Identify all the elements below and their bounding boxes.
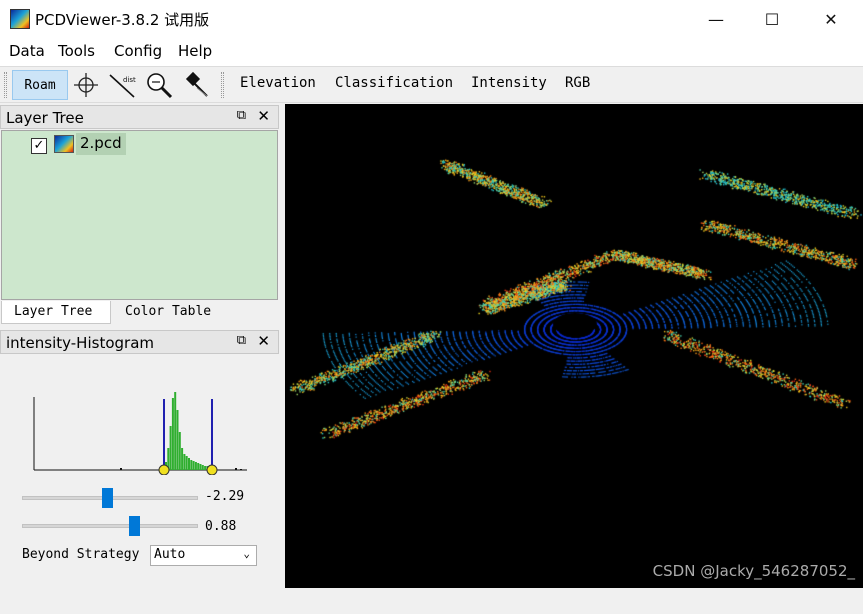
maximize-button[interactable]: ☐ — [749, 0, 795, 38]
elevation-button[interactable]: Elevation — [240, 75, 316, 91]
tab-layer-tree[interactable]: Layer Tree — [1, 301, 111, 324]
app-icon — [10, 9, 30, 29]
histogram-bar — [240, 469, 242, 470]
histogram-title: intensity-Histogram — [6, 334, 154, 352]
pointcloud-icon — [54, 135, 74, 153]
histogram-bar — [183, 454, 186, 470]
histogram-bar — [190, 460, 193, 470]
histogram-bar — [199, 464, 202, 470]
histogram-plot[interactable] — [25, 389, 255, 475]
histogram-bar — [181, 448, 184, 470]
window-title: PCDViewer-3.8.2 试用版 — [35, 11, 210, 29]
histogram-low-handle[interactable] — [158, 464, 170, 475]
histogram-bar — [192, 461, 195, 470]
histogram-bar — [201, 465, 204, 470]
menu-help[interactable]: Help — [178, 42, 212, 60]
rgb-button[interactable]: RGB — [565, 75, 590, 91]
beyond-strategy-label: Beyond Strategy — [22, 547, 140, 562]
intensity-button[interactable]: Intensity — [471, 75, 547, 91]
toolbar: Roam dist Elevation Classification Inten… — [0, 66, 863, 103]
beyond-strategy-value: Auto — [154, 547, 186, 562]
pointcloud-viewport[interactable]: CSDN @Jacky_546287052_ — [285, 104, 863, 588]
beyond-strategy-select[interactable]: Auto ⌄ — [150, 545, 257, 566]
histogram-bar — [171, 398, 174, 470]
minimize-button[interactable]: — — [693, 0, 739, 38]
histogram-bars — [120, 392, 242, 470]
min-slider-value: -2.29 — [205, 489, 245, 504]
classification-button[interactable]: Classification — [335, 75, 453, 91]
menu-tools[interactable]: Tools — [58, 42, 95, 60]
histogram-bar — [120, 468, 122, 470]
histogram-bar — [235, 468, 237, 470]
histogram-bar — [176, 410, 179, 470]
histogram-bar — [169, 426, 172, 470]
min-slider-thumb[interactable] — [102, 488, 114, 508]
layer-tree-title: Layer Tree — [6, 109, 84, 127]
histogram-bar — [204, 466, 207, 470]
toolbar-grip-2[interactable] — [221, 72, 224, 98]
max-slider-track[interactable] — [22, 516, 198, 536]
max-slider-thumb[interactable] — [128, 516, 140, 536]
distance-button[interactable]: dist — [107, 70, 137, 100]
chevron-down-icon: ⌄ — [243, 547, 250, 560]
layer-tree: ✓ 2.pcd — [1, 130, 278, 300]
layer-checkbox[interactable]: ✓ — [31, 138, 47, 154]
roam-button[interactable]: Roam — [12, 70, 68, 100]
watermark: CSDN @Jacky_546287052_ — [652, 562, 855, 580]
histogram-bar — [194, 462, 197, 470]
hammer-icon — [185, 71, 208, 97]
histogram-bar — [178, 432, 181, 470]
layer-tree-header: Layer Tree ⧉ ✕ — [0, 105, 279, 129]
distance-icon: dist — [109, 74, 136, 98]
histogram-bar — [174, 392, 177, 470]
tab-color-table[interactable]: Color Table — [113, 301, 227, 324]
title-bar: PCDViewer-3.8.2 试用版 — ☐ ✕ — [0, 0, 863, 38]
histogram-bar — [185, 456, 188, 470]
histogram-bar — [197, 463, 200, 470]
max-slider-value: 0.88 — [205, 519, 237, 534]
crosshair-button[interactable] — [71, 70, 101, 100]
magnifier-icon — [147, 73, 173, 99]
distance-icon-label: dist — [123, 76, 136, 84]
dock-tabs: Layer Tree Color Table — [1, 301, 278, 325]
min-slider-track[interactable] — [22, 488, 198, 508]
menu-bar: Data Tools Config Help — [0, 38, 863, 66]
crosshair-icon — [74, 73, 98, 97]
float-icon[interactable]: ⧉ — [237, 108, 246, 123]
toolbar-grip[interactable] — [4, 72, 7, 98]
float-icon[interactable]: ⧉ — [237, 333, 246, 348]
close-button[interactable]: ✕ — [808, 0, 854, 38]
close-icon[interactable]: ✕ — [257, 332, 270, 350]
menu-config[interactable]: Config — [114, 42, 162, 60]
pick-button[interactable] — [181, 70, 211, 100]
histogram-high-handle[interactable] — [206, 464, 218, 475]
pointcloud-canvas[interactable] — [285, 104, 863, 588]
close-icon[interactable]: ✕ — [257, 107, 270, 125]
histogram-header: intensity-Histogram ⧉ ✕ — [0, 330, 279, 354]
histogram-bar — [188, 458, 190, 470]
menu-data[interactable]: Data — [9, 42, 45, 60]
histogram-panel: -2.29 0.88 Beyond Strategy Auto ⌄ — [0, 355, 279, 614]
zoom-button[interactable] — [144, 70, 174, 100]
layer-item-label[interactable]: 2.pcd — [76, 133, 126, 155]
